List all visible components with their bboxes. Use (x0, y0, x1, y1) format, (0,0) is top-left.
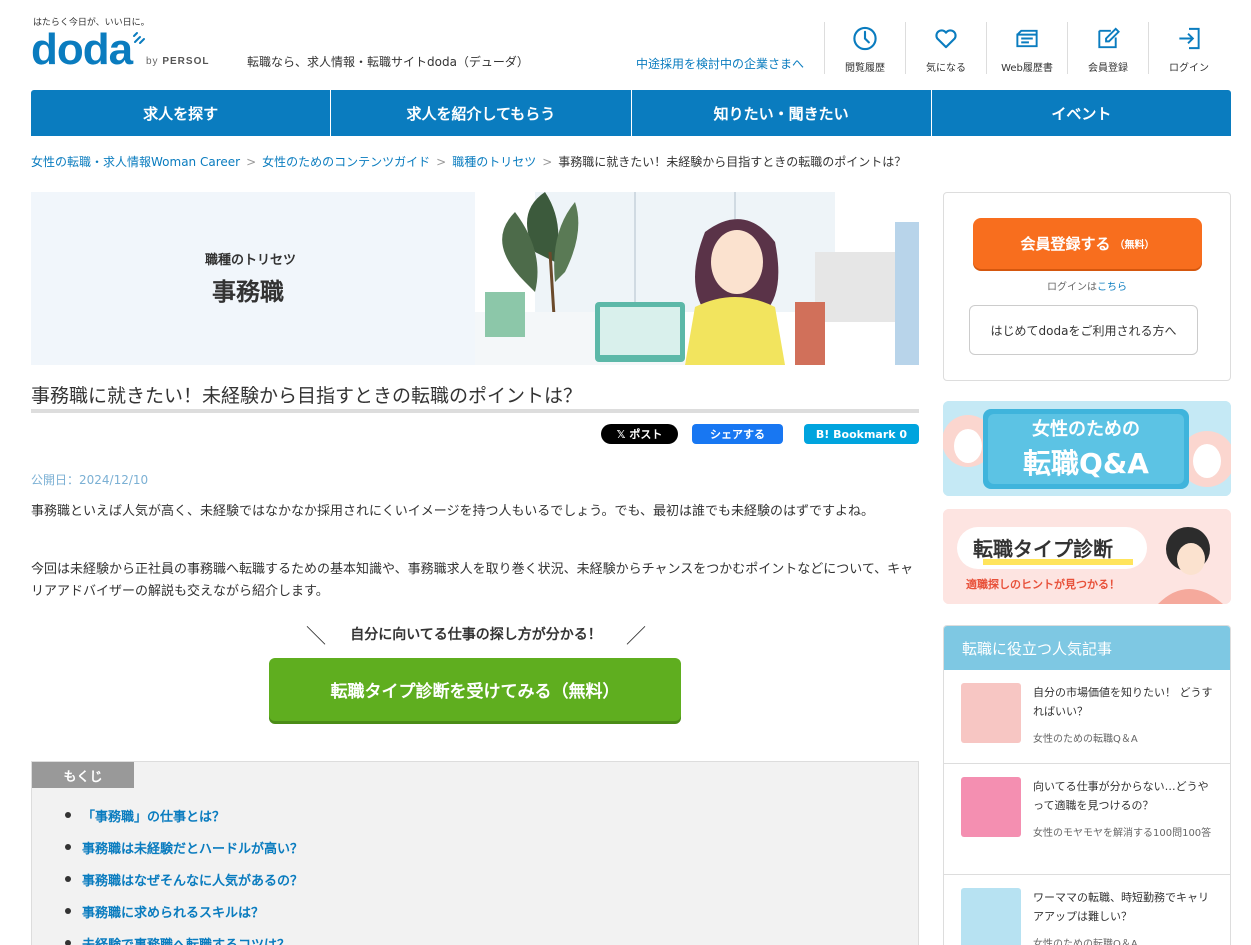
breadcrumb-separator: > (542, 155, 553, 169)
article-thumbnail (961, 683, 1021, 743)
toc-item[interactable]: 事務職に求められるスキルは？ (64, 902, 303, 934)
article-title: 事務職に就きたい！未経験から目指すときの転職のポイントは？ (31, 385, 583, 407)
breadcrumb-item[interactable]: 女性のためのコンテンツガイド (262, 155, 430, 169)
nav-login[interactable]: ログイン (1148, 22, 1229, 74)
mainnav-events[interactable]: イベント (932, 90, 1231, 136)
cta-deco-slash: ＼ (306, 624, 326, 648)
share-facebook-button[interactable]: シェアする (692, 424, 783, 444)
intro-paragraph: 今回は未経験から正社員の事務職へ転職するための基本知識や、事務職求人を取り巻く状… (31, 562, 914, 599)
title-divider (31, 409, 919, 413)
cta-lead-text: ＼ 自分に向いてる仕事の探し方が分かる！ ／ (306, 624, 646, 648)
nav-register[interactable]: 会員登録 (1067, 22, 1148, 74)
hero-banner: 職種のトリセツ 事務職 (31, 192, 919, 365)
publish-date: 公開日：2024/12/10 (31, 473, 149, 487)
qa-banner-line2: 転職Q&A (1023, 447, 1149, 480)
article-category: 女性のための転職Q＆A (1033, 734, 1138, 745)
nav-favorites-label: 気になる (926, 63, 966, 74)
hatena-bookmark-button[interactable]: B! Bookmark 0 (804, 424, 919, 444)
business-link[interactable]: 中途採用を検討中の企業さまへ (636, 55, 804, 72)
nav-history-label: 閲覧履歴 (845, 63, 885, 74)
logo-spark-icon (133, 32, 145, 44)
site-header: はたらく今日が、いい日に。 doda by PERSOL 転職なら、求人情報・転… (0, 0, 1251, 88)
toc-item[interactable]: 未経験で事務職へ転職するコツは？ (64, 934, 303, 945)
nav-history[interactable]: 閲覧履歴 (824, 22, 905, 74)
toc-item[interactable]: 「事務職」の仕事とは？ (64, 806, 303, 838)
toc-item[interactable]: 事務職はなぜそんなに人気があるの？ (64, 870, 303, 902)
popular-article-item[interactable]: ワーママの転職、時短勤務でキャリアアップは難しい？ 女性のための転職Q＆A (944, 875, 1230, 945)
toc-label: もくじ (32, 762, 134, 788)
qa-banner[interactable]: 女性のための 転職Q&A (943, 401, 1231, 496)
article-category: 女性のモヤモヤを解消する100問100答 (1033, 828, 1212, 839)
popular-article-item[interactable]: 向いてる仕事が分からない…どうやって適職を見つけるの？ 女性のモヤモヤを解消する… (944, 764, 1230, 875)
register-note: （無料） (1114, 240, 1155, 251)
popular-article-item[interactable]: 自分の市場価値を知りたい！ どうすればいい？ 女性のための転職Q＆A (944, 670, 1230, 764)
heart-icon (935, 29, 957, 49)
intro-paragraph: 事務職といえば人気が高く、未経験ではなかなか採用されにくいイメージを持つ人もいる… (31, 504, 875, 519)
cta-lead-label: 自分に向いてる仕事の探し方が分かる！ (350, 627, 602, 643)
article-thumbnail (961, 777, 1021, 837)
breadcrumb-current: 事務職に就きたい！未経験から目指すときの転職のポイントは？ (558, 155, 907, 169)
login-line: ログインはこちら (944, 278, 1230, 293)
nav-web-resume-label: Web履歴書 (1001, 63, 1053, 74)
hero-category: 職種のトリセツ (205, 253, 297, 268)
type-diagnosis-subtitle: 適職探しのヒントが見つかる！ (966, 577, 1120, 591)
header-nav: 閲覧履歴 気になる Web履歴書 会員登録 ログイン (824, 22, 1229, 74)
breadcrumb-separator: > (246, 155, 257, 169)
share-x-button[interactable]: 𝕏 ポスト (601, 424, 678, 444)
nav-login-label: ログイン (1169, 63, 1209, 74)
register-button[interactable]: 会員登録する （無料） (973, 218, 1202, 269)
edit-icon (1098, 27, 1120, 49)
article-title-link[interactable]: 向いてる仕事が分からない…どうやって適職を見つけるの？ (1033, 777, 1218, 815)
nav-favorites[interactable]: 気になる (905, 22, 986, 74)
hero-title: 事務職 (212, 278, 284, 306)
persol-byline: by PERSOL (146, 56, 210, 67)
mainnav-get-introduced[interactable]: 求人を紹介してもらう (331, 90, 632, 136)
breadcrumb-item[interactable]: 職種のトリセツ (452, 155, 536, 169)
nav-register-label: 会員登録 (1088, 63, 1128, 74)
popular-articles-heading: 転職に役立つ人気記事 (944, 626, 1230, 670)
table-of-contents: もくじ 「事務職」の仕事とは？ 事務職は未経験だとハードルが高い？ 事務職はなぜ… (31, 761, 919, 945)
resume-icon (1016, 29, 1038, 48)
doda-logo[interactable]: doda (31, 28, 133, 72)
mainnav-learn-ask[interactable]: 知りたい・聞きたい (632, 90, 932, 136)
site-description: 転職なら、求人情報・転職サイトdoda（デューダ） (247, 55, 529, 69)
toc-item[interactable]: 事務職は未経験だとハードルが高い？ (64, 838, 303, 870)
login-icon (1179, 27, 1200, 50)
login-link[interactable]: こちら (1097, 282, 1127, 293)
nav-web-resume[interactable]: Web履歴書 (986, 22, 1067, 74)
member-box: 会員登録する （無料） ログインはこちら はじめてdodaをご利用される方へ (943, 192, 1231, 381)
login-text: ログインは (1047, 282, 1097, 293)
clock-icon (853, 26, 877, 51)
mainnav-search-jobs[interactable]: 求人を探す (31, 90, 332, 136)
qa-banner-art: 女性のための 転職Q&A (943, 401, 1231, 496)
breadcrumb-separator: > (436, 155, 447, 169)
article-thumbnail (961, 888, 1021, 945)
register-label: 会員登録する (1020, 235, 1111, 253)
qa-banner-line1: 女性のための (1032, 418, 1140, 440)
article-title-link[interactable]: ワーママの転職、時短勤務でキャリアアップは難しい？ (1033, 888, 1218, 926)
career-type-diagnosis-button[interactable]: 転職タイプ診断を受けてみる（無料） (269, 658, 681, 721)
type-diagnosis-banner[interactable]: 転職タイプ診断 適職探しのヒントが見つかる！ (943, 509, 1231, 604)
cta-deco-slash: ／ (626, 624, 646, 648)
main-nav: 求人を探す 求人を紹介してもらう 知りたい・聞きたい イベント (31, 90, 1231, 136)
article-category: 女性のための転職Q＆A (1033, 939, 1138, 945)
toc-list: 「事務職」の仕事とは？ 事務職は未経験だとハードルが高い？ 事務職はなぜそんなに… (64, 806, 303, 945)
article-title-link[interactable]: 自分の市場価値を知りたい！ どうすればいい？ (1033, 683, 1218, 721)
breadcrumb-item[interactable]: 女性の転職・求人情報Woman Career (31, 155, 240, 169)
breadcrumb: 女性の転職・求人情報Woman Career > 女性のためのコンテンツガイド > 職種… (31, 153, 906, 170)
type-diagnosis-title: 転職タイプ診断 (973, 537, 1113, 561)
popular-articles: 転職に役立つ人気記事 自分の市場価値を知りたい！ どうすればいい？ 女性のための… (943, 625, 1231, 945)
office-worker-illustration (475, 192, 919, 365)
type-diagnosis-banner-art: 転職タイプ診断 適職探しのヒントが見つかる！ (943, 509, 1231, 604)
first-time-guide-button[interactable]: はじめてdodaをご利用される方へ (969, 305, 1198, 355)
